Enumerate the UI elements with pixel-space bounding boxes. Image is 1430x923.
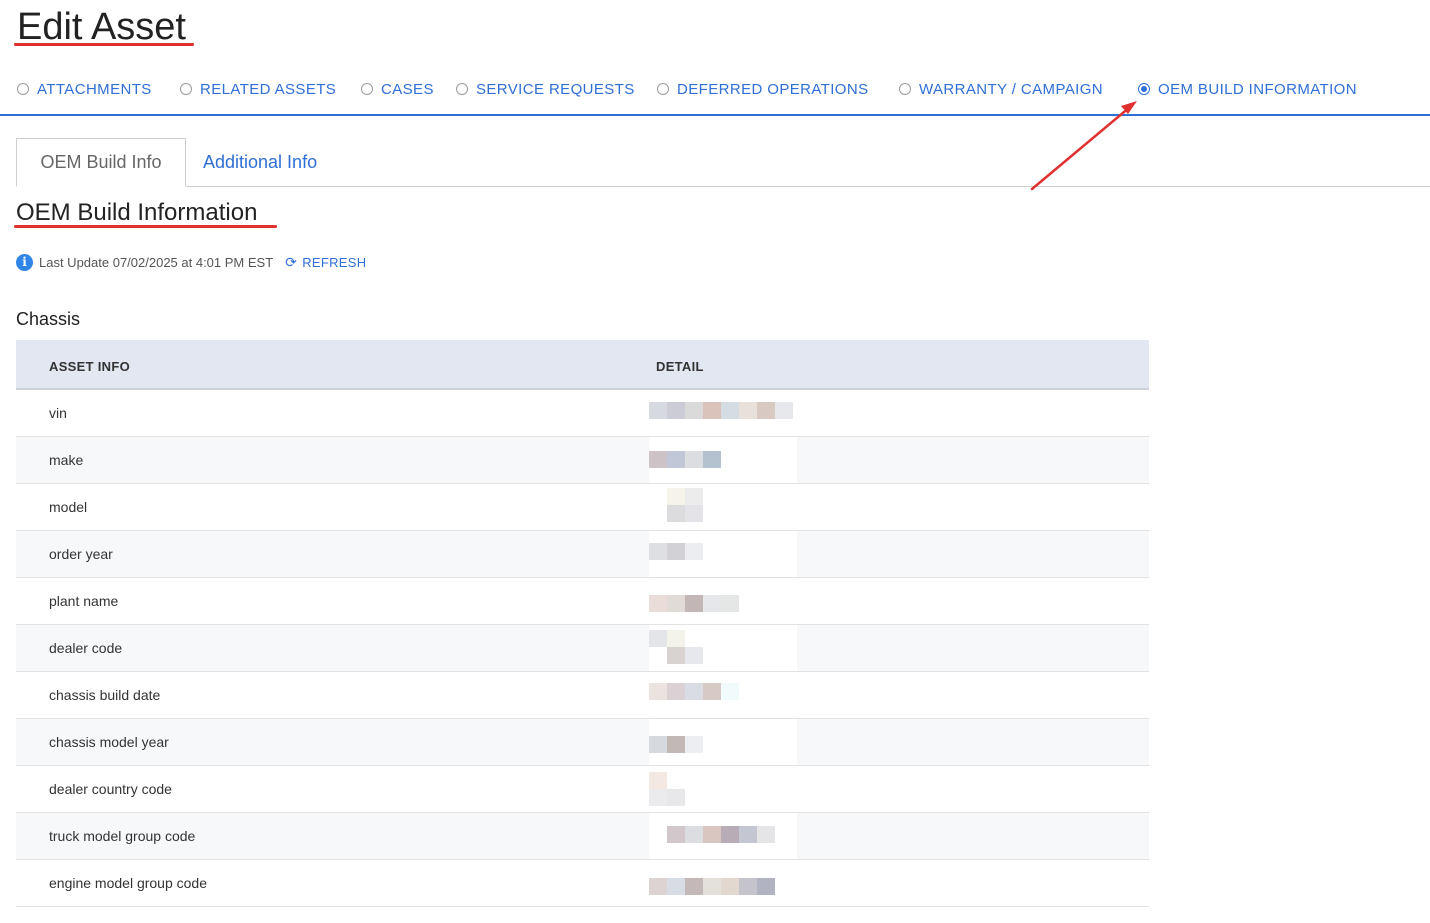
table-row: make [16, 437, 1149, 484]
row-label: dealer code [49, 640, 123, 656]
redacted-detail [649, 437, 797, 483]
row-label: model [49, 499, 88, 515]
row-label: vin [49, 405, 67, 421]
chassis-title: Chassis [16, 309, 81, 329]
table-row: dealer code [16, 625, 1149, 672]
radio-label: CASES [381, 80, 434, 98]
column-header-detail: DETAIL [656, 359, 704, 374]
radio-checked-icon[interactable] [1138, 83, 1150, 95]
radio-circle-icon[interactable] [361, 83, 373, 95]
table-row: order year [16, 531, 1149, 578]
table-header: ASSET INFO DETAIL [16, 340, 1149, 390]
row-label: chassis model year [49, 734, 169, 750]
chassis-table: ASSET INFO DETAIL vin make model order y… [16, 340, 1149, 907]
radio-circle-icon[interactable] [456, 83, 468, 95]
radio-deferred-operations[interactable]: DEFERRED OPERATIONS [657, 78, 869, 100]
table-row: plant name [16, 578, 1149, 625]
redacted-detail [649, 578, 797, 624]
tab-additional-info[interactable]: Additional Info [203, 138, 317, 186]
radio-circle-icon[interactable] [17, 83, 29, 95]
radio-cases[interactable]: CASES [361, 78, 434, 100]
radio-label: SERVICE REQUESTS [476, 80, 635, 98]
row-label: plant name [49, 593, 119, 609]
refresh-label: REFRESH [302, 254, 367, 270]
last-update-row: i Last Update 07/02/2025 at 4:01 PM EST … [16, 253, 366, 271]
radio-label: ATTACHMENTS [37, 80, 152, 98]
row-label: truck model group code [49, 828, 196, 844]
refresh-button[interactable]: ⟳ REFRESH [285, 254, 366, 271]
row-label: chassis build date [49, 687, 161, 703]
radio-circle-icon[interactable] [899, 83, 911, 95]
row-label: dealer country code [49, 781, 172, 797]
redacted-detail [649, 484, 797, 530]
redacted-detail [649, 860, 797, 906]
info-icon: i [16, 253, 33, 271]
table-row: dealer country code [16, 766, 1149, 813]
tab-bar: OEM Build Info Additional Info [16, 138, 1430, 187]
redacted-detail [649, 672, 797, 718]
radio-warranty-campaign[interactable]: WARRANTY / CAMPAIGN [899, 78, 1103, 100]
section-annotation-underline [14, 225, 277, 228]
radio-circle-icon[interactable] [180, 83, 192, 95]
radio-circle-icon[interactable] [657, 83, 669, 95]
redacted-detail [649, 766, 797, 812]
refresh-icon: ⟳ [285, 253, 298, 270]
row-label: order year [49, 546, 113, 562]
table-row: chassis build date [16, 672, 1149, 719]
radio-related-assets[interactable]: RELATED ASSETS [180, 78, 336, 100]
section-title: OEM Build Information [16, 199, 258, 226]
radio-attachments[interactable]: ATTACHMENTS [17, 78, 152, 100]
last-update-text: Last Update 07/02/2025 at 4:01 PM EST [39, 254, 274, 270]
redacted-detail [649, 719, 797, 765]
radio-label: DEFERRED OPERATIONS [677, 80, 869, 98]
table-row: vin [16, 390, 1149, 437]
radio-label: RELATED ASSETS [200, 80, 337, 98]
row-label: engine model group code [49, 875, 208, 891]
row-label: make [49, 452, 84, 468]
table-row: model [16, 484, 1149, 531]
redacted-detail [649, 531, 797, 577]
redacted-detail [649, 813, 797, 859]
table-row: engine model group code [16, 860, 1149, 907]
radio-service-requests[interactable]: SERVICE REQUESTS [456, 78, 635, 100]
table-row: chassis model year [16, 719, 1149, 766]
redacted-detail [649, 390, 797, 436]
radio-label: WARRANTY / CAMPAIGN [919, 80, 1104, 98]
column-header-asset-info: ASSET INFO [49, 359, 131, 374]
title-annotation-underline [14, 43, 194, 46]
radio-label: OEM BUILD INFORMATION [1158, 80, 1357, 98]
radio-oem-build-information[interactable]: OEM BUILD INFORMATION [1138, 78, 1357, 100]
section-radio-nav: ATTACHMENTS RELATED ASSETS CASES SERVICE… [0, 76, 1430, 116]
table-row: truck model group code [16, 813, 1149, 860]
tab-oem-build-info[interactable]: OEM Build Info [16, 138, 186, 187]
redacted-detail [649, 625, 797, 671]
